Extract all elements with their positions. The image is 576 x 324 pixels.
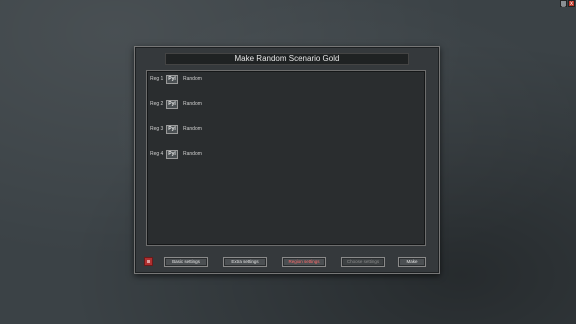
player-button[interactable]: Pyl <box>166 124 178 134</box>
region-row: Reg 4 Pyl Random <box>150 149 202 159</box>
basic-settings-button[interactable]: Basic settings <box>164 257 208 267</box>
minimize-button[interactable]: _ <box>560 0 567 7</box>
region-label: Reg 1 <box>150 76 164 82</box>
region-row: Reg 1 Pyl Random <box>150 74 202 84</box>
bottom-toolbar: Basic settings Extra settings Region set… <box>135 255 441 269</box>
player-button[interactable]: Pyl <box>166 149 178 159</box>
region-value[interactable]: Random <box>183 76 202 82</box>
region-label: Reg 3 <box>150 126 164 132</box>
region-row: Reg 3 Pyl Random <box>150 124 202 134</box>
region-value[interactable]: Random <box>183 126 202 132</box>
region-settings-button[interactable]: Region settings <box>282 257 326 267</box>
player-button[interactable]: Pyl <box>166 99 178 109</box>
extra-settings-button[interactable]: Extra settings <box>223 257 267 267</box>
region-row: Reg 2 Pyl Random <box>150 99 202 109</box>
region-value[interactable]: Random <box>183 101 202 107</box>
make-button[interactable]: Make <box>398 257 426 267</box>
player-button[interactable]: Pyl <box>166 74 178 84</box>
choose-settings-button: Choose settings <box>341 257 385 267</box>
flag-icon[interactable] <box>144 257 153 266</box>
dialog-title: Make Random Scenario Gold <box>165 53 409 65</box>
region-label: Reg 4 <box>150 151 164 157</box>
region-label: Reg 2 <box>150 101 164 107</box>
region-settings-panel: Reg 1 Pyl Random Reg 2 Pyl Random Reg 3 … <box>146 70 426 246</box>
region-value[interactable]: Random <box>183 151 202 157</box>
random-scenario-dialog: Make Random Scenario Gold Reg 1 Pyl Rand… <box>134 46 440 274</box>
close-button[interactable]: x <box>568 0 575 7</box>
